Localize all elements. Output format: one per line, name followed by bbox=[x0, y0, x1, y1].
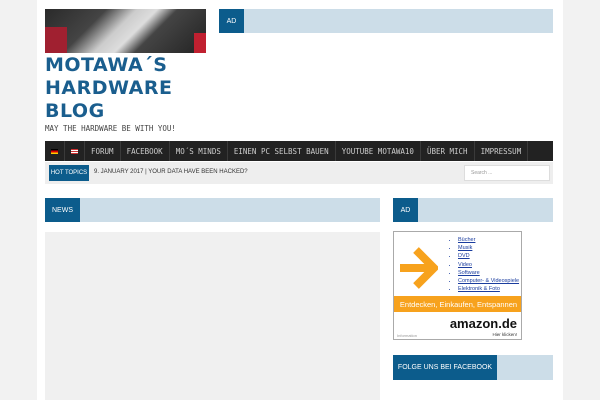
facebook-bar: FOLGE UNS BEI FACEBOOK bbox=[393, 355, 553, 380]
amazon-link[interactable]: Bücher bbox=[458, 236, 519, 244]
news-bar: NEWS bbox=[45, 198, 380, 222]
nav-mos-minds[interactable]: MO´S MINDS bbox=[170, 141, 228, 161]
page: AD MOTAWA´S HARDWARE BLOG MAY THE HARDWARE… bbox=[37, 0, 563, 400]
sidebar-ad-bar: AD bbox=[393, 198, 553, 222]
amazon-link[interactable]: Computer- & Videospiele bbox=[458, 277, 519, 285]
nav-facebook[interactable]: FACEBOOK bbox=[121, 141, 170, 161]
site-title[interactable]: MOTAWA´S HARDWARE BLOG bbox=[45, 54, 172, 123]
hot-topic-link[interactable]: 9. JANUARY 2017 | YOUR DATA HAVE BEEN HA… bbox=[94, 169, 248, 175]
ad-label: AD bbox=[219, 9, 244, 33]
amazon-info[interactable]: Information bbox=[397, 333, 417, 338]
amazon-link[interactable]: Elektronik & Foto bbox=[458, 285, 519, 293]
tagline: MAY THE HARDWARE BE WITH YOU! bbox=[45, 124, 176, 133]
flag-en-button[interactable] bbox=[65, 141, 85, 161]
title-line: MOTAWA´S bbox=[45, 54, 168, 76]
main-nav: FORUM FACEBOOK MO´S MINDS EINEN PC SELBS… bbox=[45, 141, 553, 161]
amazon-links: Bücher Musik DVD Video Software Computer… bbox=[452, 236, 519, 293]
amazon-link[interactable]: Video bbox=[458, 261, 519, 269]
hot-topics-bar: HOT TOPICS 9. JANUARY 2017 | YOUR DATA H… bbox=[45, 162, 553, 184]
title-line: BLOG bbox=[45, 100, 105, 122]
german-flag-icon bbox=[51, 148, 58, 154]
amazon-link[interactable]: Musik bbox=[458, 244, 519, 252]
nav-impressum[interactable]: IMPRESSUM bbox=[475, 141, 529, 161]
nav-youtube[interactable]: YOUTUBE MOTAWA10 bbox=[336, 141, 421, 161]
amazon-link[interactable]: Software bbox=[458, 269, 519, 277]
ad-label: AD bbox=[393, 198, 418, 222]
news-label: NEWS bbox=[45, 198, 80, 222]
facebook-label: FOLGE UNS BEI FACEBOOK bbox=[393, 355, 497, 380]
amazon-ad[interactable]: Bücher Musik DVD Video Software Computer… bbox=[393, 231, 522, 340]
amazon-slogan: Entdecken, Einkaufen, Entspannen bbox=[394, 296, 521, 312]
header-ad-bar: AD bbox=[219, 9, 553, 33]
nav-pc-bauen[interactable]: EINEN PC SELBST BAUEN bbox=[228, 141, 336, 161]
nav-ueber-mich[interactable]: ÜBER MICH bbox=[421, 141, 475, 161]
title-line: HARDWARE bbox=[45, 77, 173, 99]
flag-de-button[interactable] bbox=[45, 141, 65, 161]
amazon-link[interactable]: DVD bbox=[458, 252, 519, 260]
arrow-icon bbox=[400, 247, 438, 289]
news-content bbox=[45, 232, 380, 400]
search-input[interactable]: Search ... bbox=[464, 165, 550, 181]
header-image[interactable] bbox=[45, 9, 206, 53]
amazon-cta[interactable]: Hier klicken! bbox=[492, 332, 517, 337]
us-flag-icon bbox=[71, 148, 78, 154]
hot-topics-label: HOT TOPICS bbox=[49, 165, 89, 181]
nav-forum[interactable]: FORUM bbox=[85, 141, 121, 161]
amazon-logo: amazon.de bbox=[449, 316, 517, 331]
